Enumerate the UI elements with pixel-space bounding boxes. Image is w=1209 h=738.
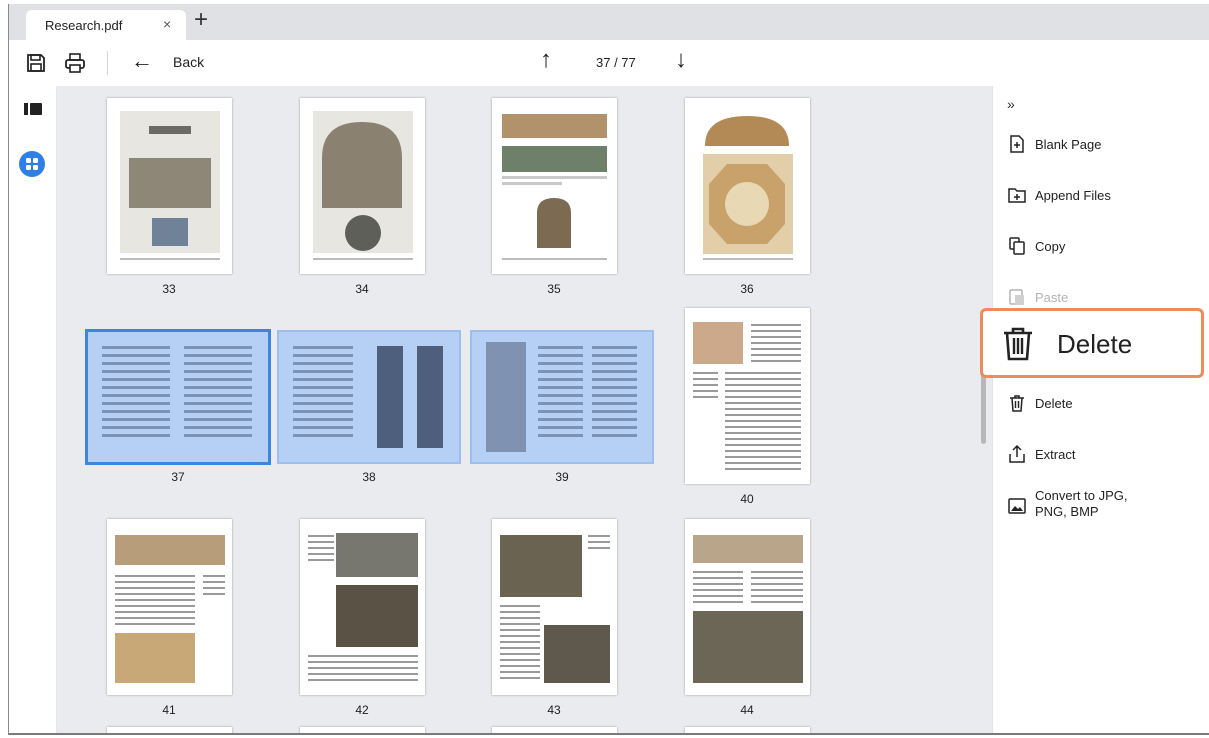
page-number: 41 [162, 703, 176, 717]
page-thumbnail-selected[interactable] [277, 330, 461, 464]
copy-icon [1009, 237, 1025, 255]
page-thumbnail[interactable] [107, 519, 232, 695]
page-number: 35 [547, 282, 561, 296]
page-number: 36 [740, 282, 754, 296]
page-number: 43 [547, 703, 561, 717]
left-rail [9, 86, 57, 733]
convert-to-image-button[interactable]: Convert to JPG, PNG, BMP [1007, 488, 1127, 524]
page-thumbnail-grid: 33 34 35 36 37 38 39 40 41 42 43 44 [57, 86, 992, 733]
delete-label: Delete [1057, 329, 1133, 359]
page-number: 33 [162, 282, 176, 296]
image-icon [1008, 498, 1026, 514]
page-thumbnail-selected[interactable] [470, 330, 654, 464]
tab-title: Research.pdf [45, 18, 123, 33]
append-files-button[interactable]: Append Files [1007, 183, 1111, 207]
paste-button[interactable]: Paste [1007, 285, 1068, 309]
print-icon[interactable] [64, 52, 86, 74]
page-number: 44 [740, 703, 754, 717]
convert-label-line1: Convert to JPG, [1035, 488, 1128, 503]
collapse-panel-icon[interactable]: » [1007, 96, 1015, 112]
page-thumbnail[interactable] [300, 98, 425, 274]
delete-label: Delete [1035, 395, 1073, 411]
page-number: 42 [355, 703, 369, 717]
grid-view-icon[interactable] [18, 150, 46, 178]
page-thumbnail[interactable] [685, 308, 810, 484]
blank-page-label: Blank Page [1035, 136, 1102, 152]
page-indicator[interactable]: 37 / 77 [596, 55, 636, 70]
trash-icon [1004, 327, 1032, 361]
page-thumbnail[interactable] [107, 98, 232, 274]
blank-page-button[interactable]: Blank Page [1007, 132, 1102, 156]
page-number: 38 [362, 470, 376, 484]
tab-strip: Research.pdf × + [9, 4, 1209, 40]
page-thumbnail[interactable] [107, 727, 232, 733]
arrow-down-icon[interactable]: ↓ [675, 46, 687, 74]
save-icon[interactable] [25, 52, 47, 74]
delete-button[interactable]: Delete [1007, 391, 1073, 415]
back-button[interactable]: Back [173, 54, 204, 70]
document-tab[interactable]: Research.pdf × [26, 10, 186, 40]
page-number: 34 [355, 282, 369, 296]
page-thumbnail[interactable] [492, 727, 617, 733]
page-thumbnail[interactable] [492, 98, 617, 274]
page-number: 40 [740, 492, 754, 506]
arrow-left-icon[interactable]: ← [131, 48, 153, 74]
blank-page-icon [1010, 135, 1024, 153]
page-thumbnail-selected[interactable] [85, 329, 271, 465]
page-thumbnail[interactable] [492, 519, 617, 695]
convert-label: Convert to JPG, PNG, BMP [1035, 488, 1127, 520]
convert-label-line2: PNG, BMP [1035, 504, 1099, 519]
arrow-up-icon[interactable]: ↑ [540, 46, 552, 74]
delete-button-highlighted[interactable]: Delete [980, 308, 1204, 378]
trash-icon [1010, 395, 1024, 412]
paste-icon [1009, 289, 1024, 305]
paste-label: Paste [1035, 289, 1069, 305]
page-number: 37 [171, 470, 185, 484]
page-number: 39 [555, 470, 569, 484]
extract-label: Extract [1035, 446, 1076, 462]
extract-button[interactable]: Extract [1007, 442, 1075, 466]
new-tab-icon[interactable]: + [194, 8, 208, 32]
page-thumbnail[interactable] [685, 727, 810, 733]
app-window: Research.pdf × + ← Back ↑ 37 / 77 ↓ 33 3… [8, 4, 1209, 735]
toolbar-divider [107, 51, 108, 75]
page-thumbnail[interactable] [685, 519, 810, 695]
copy-button[interactable]: Copy [1007, 234, 1065, 258]
page-thumbnail[interactable] [300, 727, 425, 733]
close-tab-icon[interactable]: × [163, 16, 171, 32]
extract-icon [1009, 444, 1025, 463]
page-thumbnail[interactable] [685, 98, 810, 274]
page-thumbnail[interactable] [300, 519, 425, 695]
page-actions-panel: » Blank Page Append Files Copy Paste Del… [992, 86, 1209, 733]
append-files-icon [1008, 188, 1026, 203]
sidebar-toggle-icon[interactable] [22, 98, 44, 120]
toolbar: ← Back ↑ 37 / 77 ↓ [9, 40, 1209, 87]
append-files-label: Append Files [1035, 187, 1111, 203]
copy-label: Copy [1035, 238, 1066, 254]
